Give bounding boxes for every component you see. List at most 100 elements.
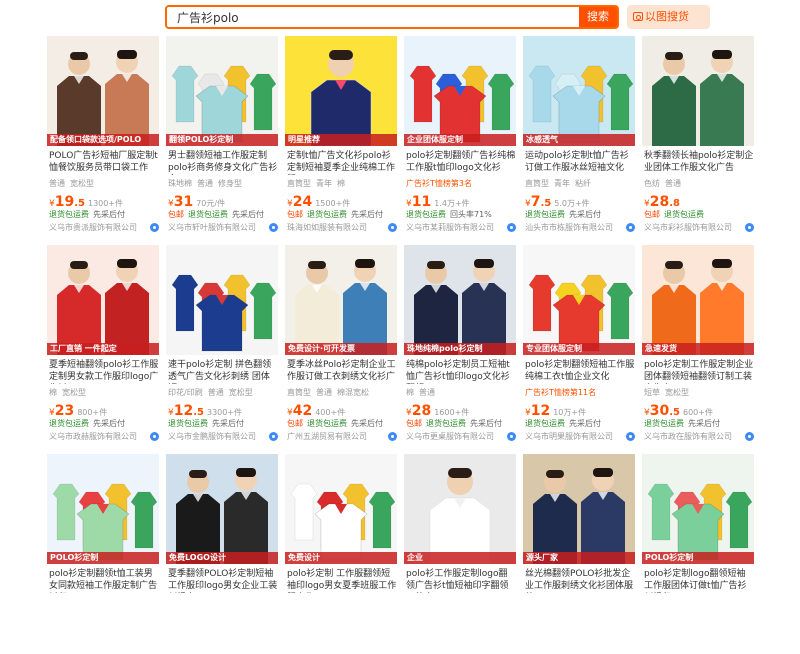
product-image[interactable] (166, 245, 278, 355)
product-image[interactable]: 冰感透气 (523, 36, 635, 146)
shop-name[interactable]: 汕头市市栋服饰有限公司 (525, 222, 635, 233)
shop-name[interactable]: 义乌市某莉服饰有限公司 (406, 222, 516, 233)
product-title[interactable]: 男士翻领短袖工作服定制polo衫商务修身文化广告衫企 (168, 150, 278, 175)
product-image[interactable]: 源头厂家 (523, 454, 635, 564)
product-image[interactable]: 配备领口袋款选项/POLO (47, 36, 159, 146)
product-image[interactable]: POLO衫定制 (47, 454, 159, 564)
shop-name[interactable]: 义乌市金鹏服饰有限公司 (168, 431, 278, 442)
product-card[interactable]: 免费设计 polo衫定制 工作服翻领短袖印logo男女夏季班服工作服文化 (283, 454, 397, 654)
product-card[interactable]: 企业团体服定制 polo衫定制翻领广告衫纯棉工作服t恤印logo文化衫 广告衫T恤榜… (402, 36, 516, 236)
product-title[interactable]: 夏季短袖翻领polo衫工作服定制男女款工作服印logo广告衫 (49, 359, 159, 384)
product-card[interactable]: POLO衫定制 polo衫定制logo翻领短袖工作服团体订做t恤广告衫刺绣印 (640, 454, 754, 654)
product-title[interactable]: polo衫定制翻领广告衫纯棉工作服t恤印logo文化衫 (406, 150, 516, 175)
service-tags: 退货包运费 先采后付 (525, 418, 635, 429)
product-card[interactable]: 工厂直销 一件起定夏季短袖翻领polo衫工作服定制男女款工作服印logo广告衫棉… (45, 245, 159, 445)
product-card[interactable]: 专业团体服定制 polo衫定制翻领短袖工作服 纯棉工衣t恤企业文化 广告衫T恤榜第1… (521, 245, 635, 445)
chat-icon[interactable] (269, 223, 278, 232)
product-title[interactable]: 运动polo衫定制t恤广告衫订做工作服冰丝短袖文化 (525, 150, 635, 175)
chat-icon[interactable] (507, 432, 516, 441)
product-card[interactable]: 明星推荐定制t恤广告文化衫polo衫定制短袖夏季企业纯棉工作服直筒型青年棉¥24… (283, 36, 397, 236)
chat-icon[interactable] (269, 432, 278, 441)
product-image[interactable]: 免费LOGO设计 (166, 454, 278, 564)
search-button[interactable]: 搜索 (579, 7, 617, 27)
product-card[interactable]: 免费LOGO设计夏季翻领POLO衫定制短袖工作服印logo男女企业工装刺绣文 (164, 454, 278, 654)
product-image[interactable]: 明星推荐 (285, 36, 397, 146)
product-title[interactable]: polo衫定制工作服定制企业团体翻领短袖翻领订制工装广告文 (644, 359, 754, 384)
service-tags: 退货包运费 先采后付 (168, 418, 278, 429)
shop-name[interactable]: 义乌市政赫服饰有限公司 (49, 431, 159, 442)
product-title[interactable]: polo衫定制翻领t恤工装男女同款短袖工作服定制广告衫印 (49, 568, 159, 593)
product-tag: 普通 (316, 388, 332, 397)
chat-icon[interactable] (150, 432, 159, 441)
shop-name[interactable]: 广州五湖贸易有限公司 (287, 431, 397, 442)
product-tags: 棉宽松型 (49, 387, 159, 399)
service-tag: 退货包运费 (525, 419, 565, 428)
product-image[interactable]: POLO衫定制 (642, 454, 754, 564)
product-title[interactable]: POLO广告衫短袖厂服定制t恤餐饮服务员带口袋工作 (49, 150, 159, 175)
product-card[interactable]: 珠地纯棉polo衫定制纯棉polo衫定制员工短袖t恤广告衫t恤印logo文化衫翻… (402, 245, 516, 445)
product-card[interactable]: 配备领口袋款选项/POLO POLO广告衫短袖厂服定制t恤餐饮服务员带口袋工作 普通… (45, 36, 159, 236)
product-title[interactable]: 夏季冰丝Polo衫定制企业工作服订做工衣刺绣文化衫广 (287, 359, 397, 384)
product-title[interactable]: 夏季翻领POLO衫定制短袖工作服印logo男女企业工装刺绣文 (168, 568, 278, 593)
sales-count: 10万+件 (553, 408, 587, 417)
product-image[interactable]: 工厂直销 一件起定 (47, 245, 159, 355)
shop-name[interactable]: 义乌市更桌服饰有限公司 (406, 431, 516, 442)
product-image[interactable]: 企业团体服定制 (404, 36, 516, 146)
product-image[interactable]: 翻领POLO衫定制 (166, 36, 278, 146)
product-title[interactable]: polo衫定制翻领短袖工作服 纯棉工衣t恤企业文化 (525, 359, 635, 384)
product-card[interactable]: 速干polo衫定制 拼色翻领透气广告文化衫刺绣 团体短印花/印刷普通宽松型¥12… (164, 245, 278, 445)
shop-name[interactable]: 义乌市政在服饰有限公司 (644, 431, 754, 442)
product-image[interactable]: 专业团体服定制 (523, 245, 635, 355)
product-card[interactable]: 冰感透气 运动polo衫定制t恤广告衫订做工作服冰丝短袖文化 直筒型 青年 粘纤 ¥7.5… (521, 36, 635, 236)
shop-name-text: 义乌市政赫服饰有限公司 (49, 432, 137, 441)
product-image[interactable]: 急速发货 (642, 245, 754, 355)
chat-icon[interactable] (388, 432, 397, 441)
product-card[interactable]: 翻领POLO衫定制男士翻领短袖工作服定制polo衫商务修身文化广告衫企珠地棉普通… (164, 36, 278, 236)
service-tag: 先采后付 (569, 419, 601, 428)
chat-icon[interactable] (626, 432, 635, 441)
product-image[interactable]: 珠地纯棉polo衫定制 (404, 245, 516, 355)
product-image-label: 工厂直销 一件起定 (47, 343, 159, 355)
product-card[interactable]: 源头厂家丝光棉翻领POLO衫批发企业工作服刺绣文化衫团体服装 (521, 454, 635, 654)
product-tag: 棉 (49, 388, 57, 397)
shop-name[interactable]: 义乌市明果服饰有限公司 (525, 431, 635, 442)
product-image-label: 免费设计·可开发票 (285, 343, 397, 355)
product-card[interactable]: 急速发货polo衫定制工作服定制企业团体翻领短袖翻领订制工装广告文短草宽松型¥3… (640, 245, 754, 445)
search-input[interactable] (167, 7, 579, 27)
chat-icon[interactable] (626, 223, 635, 232)
product-image[interactable]: 免费设计·可开发票 (285, 245, 397, 355)
product-image[interactable] (642, 36, 754, 146)
search-box: 搜索 (165, 5, 619, 29)
product-title[interactable]: polo衫定制 工作服翻领短袖印logo男女夏季班服工作服文化 (287, 568, 397, 593)
shop-name[interactable]: 义乌市轩叶服饰有限公司 (168, 222, 278, 233)
product-title[interactable]: 秋季翻领长袖polo衫定制企业团体工作服文化广告 (644, 150, 754, 175)
chat-icon[interactable] (507, 223, 516, 232)
product-title[interactable]: polo衫工作服定制logo翻领广告衫t恤短袖印字翻领工装广 (406, 568, 516, 593)
product-image[interactable]: 免费设计 (285, 454, 397, 564)
product-title[interactable]: 速干polo衫定制 拼色翻领透气广告文化衫刺绣 团体短 (168, 359, 278, 384)
product-image[interactable]: 企业 (404, 454, 516, 564)
product-title[interactable]: 定制t恤广告文化衫polo衫定制短袖夏季企业纯棉工作服 (287, 150, 397, 175)
shop-name[interactable]: 珠海如如服装有限公司 (287, 222, 397, 233)
service-tag: 退货包运费 (664, 210, 704, 219)
chat-icon[interactable] (388, 223, 397, 232)
product-card[interactable]: POLO衫定制 polo衫定制翻领t恤工装男女同款短袖工作服定制广告衫印 (45, 454, 159, 654)
product-title[interactable]: 丝光棉翻领POLO衫批发企业工作服刺绣文化衫团体服装 (525, 568, 635, 593)
chat-icon[interactable] (745, 223, 754, 232)
shop-name[interactable]: 义乌市贵派服饰有限公司 (49, 222, 159, 233)
image-search-button[interactable]: 以图搜货 (627, 5, 710, 29)
product-title[interactable]: 纯棉polo衫定制员工短袖t恤广告衫t恤印logo文化衫翻领工 (406, 359, 516, 384)
product-tags: 直筒型 普通 棉混宽松 (287, 387, 397, 399)
shop-name[interactable]: 义乌市彩衫服饰有限公司 (644, 222, 754, 233)
price-line: ¥24 1500+件 (287, 191, 397, 210)
product-card[interactable]: 秋季翻领长袖polo衫定制企业团体工作服文化广告 色纺 普通 ¥28.8 包邮 退货包运费… (640, 36, 754, 236)
service-tags: 退货包运费 先采后付 (644, 418, 754, 429)
chat-icon[interactable] (150, 223, 159, 232)
product-card[interactable]: 企业 polo衫工作服定制logo翻领广告衫t恤短袖印字翻领工装广 (402, 454, 516, 654)
product-image-label: 企业 (404, 552, 516, 564)
product-image-label: 配备领口袋款选项/POLO (47, 134, 159, 146)
product-title[interactable]: polo衫定制logo翻领短袖工作服团体订做t恤广告衫刺绣印 (644, 568, 754, 593)
sales-count: 1.4万+件 (434, 199, 470, 208)
chat-icon[interactable] (745, 432, 754, 441)
product-card[interactable]: 免费设计·可开发票夏季冰丝Polo衫定制企业工作服订做工衣刺绣文化衫广直筒型 普通… (283, 245, 397, 445)
